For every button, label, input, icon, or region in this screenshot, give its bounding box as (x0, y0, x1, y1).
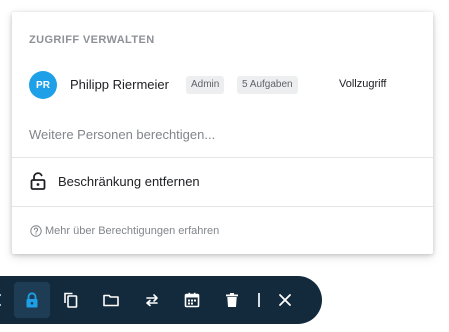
access-level-select[interactable]: Vollzugriff (339, 78, 387, 90)
calendar-icon (184, 292, 200, 308)
page: ZUGRIFF VERWALTEN PR Philipp Riermeier A… (0, 0, 449, 332)
user-row: PR Philipp Riermeier Admin 5 Aufgaben Vo… (29, 71, 429, 101)
avatar: PR (29, 71, 57, 99)
close-icon (279, 294, 291, 306)
manage-access-popover: ZUGRIFF VERWALTEN PR Philipp Riermeier A… (12, 12, 433, 254)
copy-button[interactable] (53, 282, 89, 318)
divider (12, 206, 433, 207)
folder-icon (103, 294, 119, 307)
user-name: Philipp Riermeier (70, 77, 169, 92)
remove-restriction-button[interactable]: Beschränkung entfernen (12, 158, 433, 206)
help-link-label: Mehr über Berechtigungen erfahren (45, 225, 220, 237)
close-toolbar-button[interactable] (267, 282, 303, 318)
admin-badge: Admin (186, 76, 225, 94)
set-date-button[interactable] (174, 282, 210, 318)
swap-button[interactable] (134, 282, 170, 318)
trash-icon (226, 293, 238, 307)
help-circle-icon (30, 225, 42, 237)
tasks-count-badge: 5 Aufgaben (237, 76, 298, 94)
lock-button[interactable] (14, 282, 50, 318)
partial-icon (0, 291, 6, 309)
move-to-folder-button[interactable] (93, 282, 129, 318)
toolbar-separator (258, 293, 260, 307)
lock-open-icon (30, 172, 46, 190)
copy-icon (64, 292, 78, 308)
section-title: ZUGRIFF VERWALTEN (29, 34, 155, 46)
lock-icon (26, 292, 38, 308)
delete-button[interactable] (214, 282, 250, 318)
bulk-action-toolbar (0, 276, 322, 324)
swap-arrows-icon (146, 294, 158, 307)
invite-people-input[interactable] (23, 123, 415, 145)
remove-restriction-label: Beschränkung entfernen (58, 174, 200, 189)
